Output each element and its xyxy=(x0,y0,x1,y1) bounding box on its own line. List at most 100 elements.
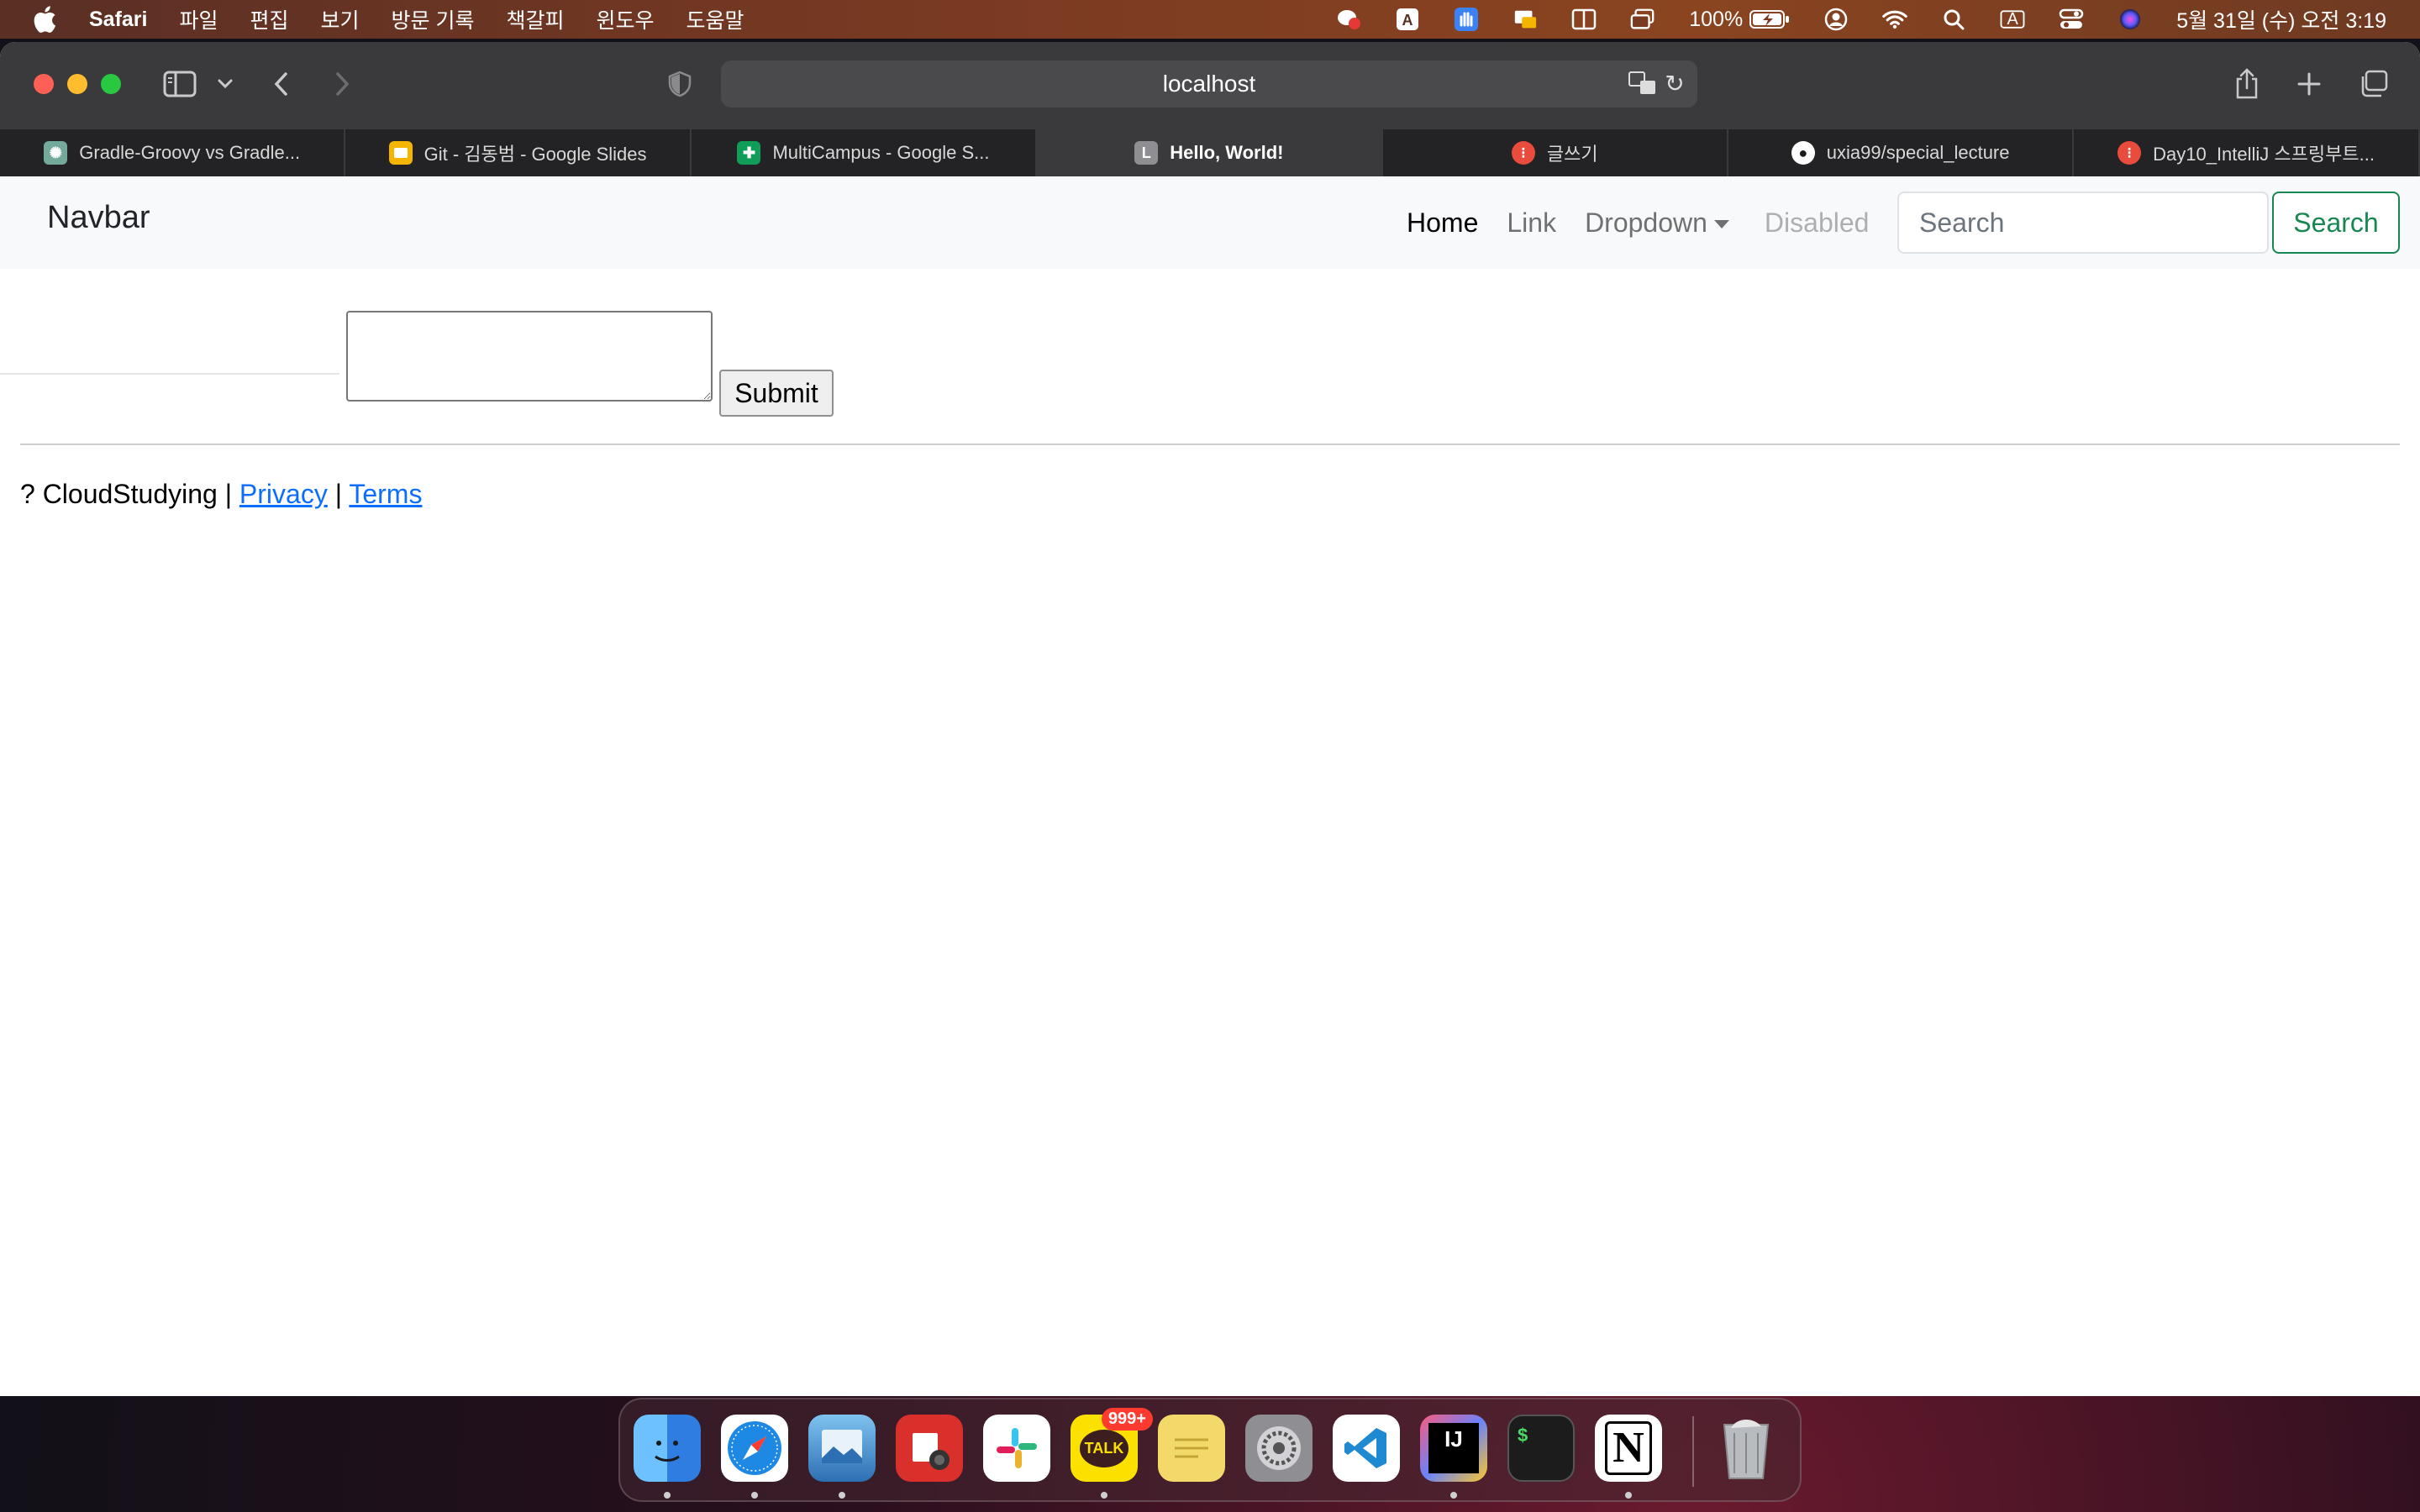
menu-bookmarks[interactable]: 책갈피 xyxy=(506,4,564,34)
tab-day10[interactable]: ⁝ Day10_IntelliJ 스프링부트... xyxy=(2074,129,2420,176)
running-indicator xyxy=(839,1492,845,1499)
google-sheets-icon: ✚ xyxy=(737,141,761,165)
finder-icon[interactable] xyxy=(634,1415,701,1482)
spotlight-search-icon[interactable] xyxy=(1941,7,1966,32)
menu-history[interactable]: 방문 기록 xyxy=(392,4,475,34)
terms-link[interactable]: Terms xyxy=(349,479,422,509)
address-bar[interactable]: localhost ↻ xyxy=(721,60,1697,108)
search-button[interactable]: Search xyxy=(2272,192,2400,254)
footer-separator: | xyxy=(327,479,350,509)
safari-icon[interactable] xyxy=(721,1415,788,1482)
privacy-shield-icon[interactable] xyxy=(666,69,694,99)
window-stack-icon[interactable] xyxy=(1630,7,1655,32)
content-textarea[interactable] xyxy=(346,311,713,402)
wifi-icon[interactable] xyxy=(1882,7,1907,32)
nav-home-link[interactable]: Home xyxy=(1407,207,1478,239)
user-account-icon[interactable] xyxy=(1823,7,1849,32)
forward-icon[interactable] xyxy=(329,67,355,101)
chevron-down-icon[interactable] xyxy=(215,72,235,96)
search-input[interactable] xyxy=(1897,192,2269,254)
window-close-button[interactable] xyxy=(34,74,54,94)
privacy-link[interactable]: Privacy xyxy=(239,479,328,509)
reload-icon[interactable]: ↻ xyxy=(1662,71,1687,97)
running-indicator xyxy=(751,1492,758,1499)
tab-title: MultiCampus - Google S... xyxy=(772,142,990,163)
kakaotalk-label: TALK xyxy=(1079,1429,1129,1467)
letter-l-icon: L xyxy=(1134,141,1159,165)
new-tab-icon[interactable] xyxy=(2294,69,2324,99)
running-indicator xyxy=(664,1492,671,1499)
control-center-icon[interactable] xyxy=(2059,7,2084,32)
tab-title: Day10_IntelliJ 스프링부트... xyxy=(2153,144,2375,165)
menu-app-safari[interactable]: Safari xyxy=(89,8,147,32)
hand-icon[interactable] xyxy=(1454,7,1479,32)
font-icon[interactable]: A xyxy=(1395,7,1420,32)
github-icon: ● xyxy=(1791,141,1815,165)
nav-dropdown[interactable]: Dropdown xyxy=(1585,207,1729,239)
browser-toolbar: localhost ↻ xyxy=(0,42,2420,129)
tab-hello-world[interactable]: L Hello, World! xyxy=(1037,129,1383,176)
running-indicator xyxy=(1625,1492,1632,1499)
window-zoom-button[interactable] xyxy=(101,74,121,94)
footer-divider xyxy=(20,444,2400,445)
dock: TALK 999+ IJ $ N xyxy=(618,1398,1802,1502)
navbar: Navbar Home Link Dropdown Disabled Searc… xyxy=(0,176,2420,269)
photo-booth-icon[interactable] xyxy=(896,1415,963,1482)
notification-badge: 999+ xyxy=(1101,1408,1153,1431)
nav-link[interactable]: Link xyxy=(1507,207,1556,239)
apple-icon[interactable] xyxy=(30,5,57,34)
nav-links: Home Link Dropdown Disabled xyxy=(1407,176,1897,269)
battery-icon[interactable] xyxy=(1749,7,1790,32)
navbar-brand[interactable]: Navbar xyxy=(47,200,150,236)
tab-multicampus[interactable]: ✚ MultiCampus - Google S... xyxy=(692,129,1038,176)
velog-icon: ⁝ xyxy=(2118,141,2142,165)
menu-edit[interactable]: 편집 xyxy=(250,4,289,34)
kakaotalk-icon[interactable]: TALK 999+ xyxy=(1071,1408,1153,1482)
tab-bar: ✺ Gradle-Groovy vs Gradle... Git - 김동범 -… xyxy=(0,129,2420,176)
window-minimize-button[interactable] xyxy=(67,74,87,94)
battery-percent: 100% xyxy=(1689,7,1744,31)
address-text: localhost xyxy=(1162,71,1256,97)
notion-label: N xyxy=(1605,1421,1652,1475)
intellij-icon[interactable]: IJ xyxy=(1420,1415,1487,1482)
vscode-icon[interactable] xyxy=(1333,1415,1400,1482)
menu-view[interactable]: 보기 xyxy=(321,4,360,34)
tab-write[interactable]: ⁝ 글쓰기 xyxy=(1383,129,1728,176)
menu-help[interactable]: 도움말 xyxy=(687,4,744,34)
share-icon[interactable] xyxy=(2232,66,2262,102)
web-page: Navbar Home Link Dropdown Disabled Searc… xyxy=(0,176,2420,1396)
input-source-icon[interactable]: A xyxy=(2000,7,2025,32)
siri-icon[interactable] xyxy=(2118,7,2143,32)
back-icon[interactable] xyxy=(269,67,294,101)
tab-git-slides[interactable]: Git - 김동범 - Google Slides xyxy=(345,129,692,176)
running-indicator xyxy=(1101,1492,1107,1499)
display-sharing-icon[interactable] xyxy=(1512,7,1538,32)
chat-bubble-icon[interactable] xyxy=(1336,7,1361,32)
menu-file[interactable]: 파일 xyxy=(179,4,218,34)
submit-button[interactable]: Submit xyxy=(719,370,834,417)
trash-icon[interactable] xyxy=(1712,1415,1780,1482)
menubar-clock[interactable]: 5월 31일 (수) 오전 3:19 xyxy=(2176,4,2386,34)
running-indicator xyxy=(1450,1492,1457,1499)
stickies-icon[interactable] xyxy=(1158,1415,1225,1482)
tab-title: Hello, World! xyxy=(1170,142,1284,163)
sidebar-toggle-icon[interactable] xyxy=(163,69,197,99)
dock-separator xyxy=(1692,1416,1694,1487)
menu-window[interactable]: 윈도우 xyxy=(597,4,655,34)
slack-icon[interactable] xyxy=(983,1415,1050,1482)
input-source-label: A xyxy=(2007,9,2018,29)
notion-icon[interactable]: N xyxy=(1595,1415,1662,1482)
split-view-icon[interactable] xyxy=(1571,7,1597,32)
tab-gradle[interactable]: ✺ Gradle-Groovy vs Gradle... xyxy=(0,129,346,176)
terminal-icon[interactable]: $ xyxy=(1507,1415,1575,1482)
system-settings-icon[interactable] xyxy=(1245,1415,1313,1482)
translate-icon[interactable] xyxy=(1628,71,1657,97)
tab-overview-icon[interactable] xyxy=(2356,67,2390,101)
safari-window: localhost ↻ ✺ Gradle-Groovy vs Gradle...… xyxy=(0,42,2420,1396)
intellij-label: IJ xyxy=(1428,1423,1479,1473)
preview-icon[interactable] xyxy=(808,1415,876,1482)
tab-github[interactable]: ● uxia99/special_lecture xyxy=(1728,129,2075,176)
terminal-label: $ xyxy=(1518,1425,1528,1446)
text-input[interactable] xyxy=(0,324,339,375)
google-slides-icon xyxy=(388,141,413,165)
